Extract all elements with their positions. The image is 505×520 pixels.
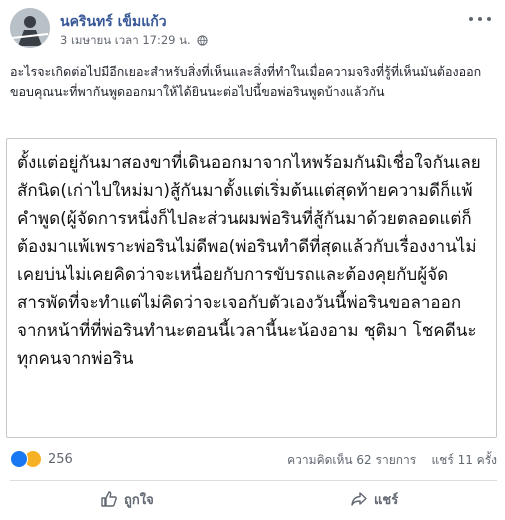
like-label: ถูกใจ	[124, 492, 154, 508]
reactions-summary[interactable]: 256	[10, 449, 73, 469]
post-caption: อะไรจะเกิดต่อไปมีอีกเยอะสำหรับสิ่งที่เห็…	[10, 64, 482, 99]
avatar[interactable]	[10, 8, 50, 48]
post-stats: 256 ความคิดเห็น 62 รายการ แชร์ 11 ครั้ง	[10, 449, 497, 469]
comments-count[interactable]: ความคิดเห็น 62 รายการ	[287, 453, 416, 467]
author-name[interactable]: นครินทร์ เข็มแก้ว	[60, 11, 167, 33]
stats-right: ความคิดเห็น 62 รายการ แชร์ 11 ครั้ง	[287, 451, 497, 470]
action-bar: ถูกใจ แชร์	[10, 480, 497, 517]
timestamp[interactable]: 3 เมษายน เวลา 17:29 น.	[60, 33, 191, 47]
share-button[interactable]: แชร์	[350, 485, 398, 513]
share-arrow-icon	[351, 492, 367, 506]
like-reaction-icon	[10, 450, 28, 468]
more-options-icon[interactable]	[469, 12, 491, 26]
shares-count[interactable]: แชร์ 11 ครั้ง	[431, 453, 497, 467]
text-card: ตั้งแต่อยู่กันมาสองขาที่เดินออกมาจากไหพร…	[6, 138, 497, 438]
thumbs-up-icon	[101, 491, 117, 507]
facebook-post: นครินทร์ เข็มแก้ว 3 เมษายน เวลา 17:29 น.…	[0, 0, 505, 520]
post-meta: 3 เมษายน เวลา 17:29 น.	[60, 32, 208, 50]
reaction-count: 256	[48, 451, 73, 467]
globe-icon	[197, 35, 208, 49]
card-text: ตั้งแต่อยู่กันมาสองขาที่เดินออกมาจากไหพร…	[17, 153, 481, 369]
like-button[interactable]: ถูกใจ	[100, 485, 154, 513]
post-header: นครินทร์ เข็มแก้ว 3 เมษายน เวลา 17:29 น.	[10, 8, 497, 52]
share-label: แชร์	[374, 492, 399, 508]
